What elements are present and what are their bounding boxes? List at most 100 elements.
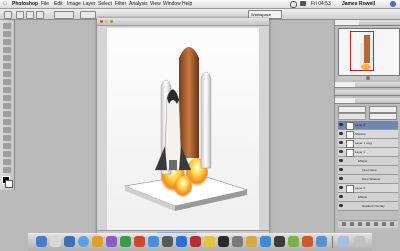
lock-controls[interactable]: [338, 113, 366, 120]
visibility-eye-icon[interactable]: [339, 150, 343, 153]
tab-masks[interactable]: [353, 90, 371, 95]
ichat-icon[interactable]: [92, 236, 103, 247]
hand-tool-icon[interactable]: [3, 159, 11, 165]
marquee-tool-icon[interactable]: [3, 31, 11, 37]
clone-stamp-tool-icon[interactable]: [3, 87, 11, 93]
healing-brush-tool-icon[interactable]: [3, 71, 11, 77]
zoom-icon[interactable]: [110, 20, 113, 23]
layer-effect-row[interactable]: Gradient Overlay: [338, 202, 398, 211]
battery-icon[interactable]: [300, 1, 306, 6]
navigator-preview[interactable]: [338, 28, 400, 76]
app-icon[interactable]: [288, 236, 299, 247]
eyedropper-tool-icon[interactable]: [3, 63, 11, 69]
minimize-icon[interactable]: [105, 20, 108, 23]
option-button[interactable]: [16, 11, 24, 19]
safari-icon[interactable]: [78, 236, 89, 247]
visibility-eye-icon[interactable]: [339, 159, 343, 162]
layer-row[interactable]: Layer 2: [338, 184, 398, 193]
zoom-tool-icon[interactable]: [3, 167, 11, 173]
option-dropdown[interactable]: [80, 11, 96, 19]
menu-image[interactable]: Image: [67, 0, 81, 8]
background-color-swatch[interactable]: [5, 180, 13, 188]
brush-tool-icon[interactable]: [3, 79, 11, 85]
option-button[interactable]: [36, 11, 44, 19]
lasso-tool-icon[interactable]: [3, 39, 11, 45]
app-icon[interactable]: [204, 236, 215, 247]
trash-icon[interactable]: [390, 222, 394, 226]
spotlight-icon[interactable]: [390, 1, 396, 7]
crop-tool-icon[interactable]: [3, 55, 11, 61]
dashboard-icon[interactable]: [50, 236, 61, 247]
move-tool-icon[interactable]: [3, 23, 11, 29]
menu-edit[interactable]: Edit: [54, 0, 63, 8]
tab-navigator[interactable]: [335, 20, 359, 25]
layer-effect-row[interactable]: Inner Glow: [338, 166, 398, 175]
history-brush-tool-icon[interactable]: [3, 95, 11, 101]
user-name[interactable]: James Rowell: [342, 0, 375, 8]
link-layers-icon[interactable]: [342, 222, 346, 226]
tab-adjustments[interactable]: [335, 90, 355, 95]
apple-menu-icon[interactable]: : [3, 0, 7, 8]
photoshop-icon[interactable]: [176, 236, 187, 247]
layer-effect-row[interactable]: Drop Shadow: [338, 175, 398, 184]
app-menu[interactable]: Photoshop: [12, 0, 38, 8]
mail-icon[interactable]: [64, 236, 75, 247]
trash-icon[interactable]: [354, 236, 365, 247]
app-icon[interactable]: [316, 236, 327, 247]
tab-color[interactable]: [335, 82, 355, 87]
dodge-tool-icon[interactable]: [3, 119, 11, 125]
navigator-view-box[interactable]: [350, 31, 374, 71]
visibility-eye-icon[interactable]: [339, 177, 343, 180]
menu-layer[interactable]: Layer: [83, 0, 96, 8]
app-icon[interactable]: [246, 236, 257, 247]
canvas[interactable]: [107, 28, 259, 231]
layer-effects-row[interactable]: Effects: [338, 193, 398, 202]
preview-icon[interactable]: [148, 236, 159, 247]
eraser-tool-icon[interactable]: [3, 103, 11, 109]
option-button[interactable]: [26, 11, 34, 19]
tab-layers[interactable]: [335, 98, 355, 103]
visibility-eye-icon[interactable]: [339, 141, 343, 144]
calendar-icon[interactable]: [134, 236, 145, 247]
pen-tool-icon[interactable]: [3, 127, 11, 133]
documents-stack-icon[interactable]: [338, 236, 349, 247]
new-layer-icon[interactable]: [382, 222, 386, 226]
menu-window[interactable]: Window: [163, 0, 181, 8]
terminal-icon[interactable]: [218, 236, 229, 247]
clock[interactable]: Fri 04:53: [311, 0, 331, 8]
tool-preset-icon[interactable]: [4, 11, 12, 19]
visibility-eye-icon[interactable]: [339, 123, 343, 126]
close-icon[interactable]: [100, 20, 103, 23]
finder-icon[interactable]: [36, 236, 47, 247]
zoom-slider[interactable]: [338, 76, 398, 80]
visibility-eye-icon[interactable]: [339, 132, 343, 135]
folder-icon[interactable]: [374, 222, 378, 226]
tab-styles[interactable]: [369, 82, 387, 87]
layer-row[interactable]: Layer 3: [338, 121, 398, 130]
layer-row[interactable]: Shadow: [338, 130, 398, 139]
app-icon[interactable]: [302, 236, 313, 247]
document-title-bar[interactable]: [97, 18, 269, 26]
fx-icon[interactable]: [350, 222, 354, 226]
layer-effects-row[interactable]: Effects: [338, 157, 398, 166]
system-preferences-icon[interactable]: [232, 236, 243, 247]
app-icon[interactable]: [274, 236, 285, 247]
shape-tool-icon[interactable]: [3, 151, 11, 157]
facetime-icon[interactable]: [120, 236, 131, 247]
visibility-eye-icon[interactable]: [339, 204, 343, 207]
magic-wand-tool-icon[interactable]: [3, 47, 11, 53]
visibility-eye-icon[interactable]: [339, 195, 343, 198]
itunes-icon[interactable]: [162, 236, 173, 247]
opacity-field[interactable]: [369, 106, 397, 113]
app-icon[interactable]: [260, 236, 271, 247]
adjustment-layer-icon[interactable]: [366, 222, 370, 226]
option-dropdown[interactable]: [54, 11, 74, 19]
menu-help[interactable]: Help: [182, 0, 192, 8]
layer-row[interactable]: Layer 1 copy: [338, 139, 398, 148]
tab-paths[interactable]: [369, 98, 385, 103]
bluetooth-icon[interactable]: [290, 1, 297, 8]
menu-analysis[interactable]: Analysis: [129, 0, 148, 8]
address-book-icon[interactable]: [106, 236, 117, 247]
tab-info[interactable]: [371, 20, 387, 25]
path-selection-tool-icon[interactable]: [3, 143, 11, 149]
